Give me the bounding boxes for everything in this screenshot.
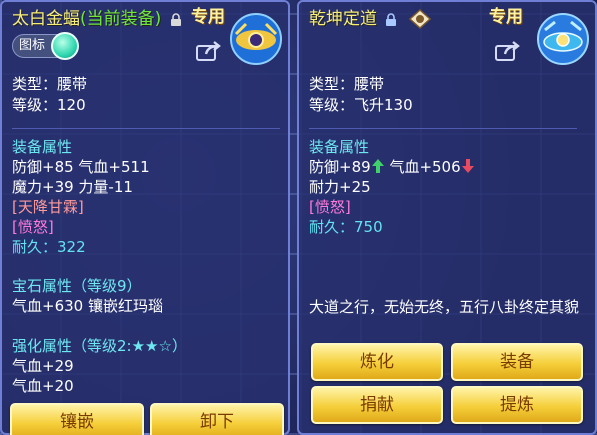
share-icon[interactable] [495,40,521,62]
belt-item-icon[interactable] [228,12,284,66]
inlay-button[interactable]: 镶嵌 [10,403,144,435]
equipment-attributes-heading: 装备属性 [12,138,73,156]
exclusive-label: 专用 [489,7,523,27]
item-level: 等级：120 [12,96,86,114]
item-type: 类型：腰带 [309,75,385,93]
attribute-line-1: 防御+89 气血+506 [309,157,475,177]
hp-value: 气血+506 [389,158,461,176]
special-effect-2: [愤怒] [12,218,54,236]
equipment-attributes-heading: 装备属性 [309,138,370,156]
attribute-line-2: 耐力+25 [309,178,371,196]
share-icon[interactable] [196,40,222,62]
enhancement-line-1: 气血+29 [12,357,74,375]
item-type: 类型：腰带 [12,75,88,93]
divider [12,128,280,129]
lock-icon [386,12,397,26]
item-title: 太白金蝠(当前装备) [12,4,182,29]
special-effect-1: [愤怒] [309,198,351,216]
equipped-tag: (当前装备) [80,9,162,29]
gem-attributes-heading: 宝石属性（等级9） [12,277,142,295]
extract-button[interactable]: 提炼 [451,386,583,424]
item-name: 乾坤定道 [309,9,377,29]
enhancement-line-2: 气血+20 [12,377,74,395]
refine-button[interactable]: 炼化 [311,343,443,381]
item-level: 等级：飞升130 [309,96,413,114]
icon-toggle[interactable]: 图标 [12,32,79,60]
item-name: 太白金蝠 [12,9,80,29]
green-up-arrow-icon [371,159,384,173]
defense-value: 防御+89 [309,158,371,176]
lock-icon [170,12,181,26]
red-down-arrow-icon [461,159,474,173]
enhancement-heading: 强化属性（等级2:★★☆） [12,337,187,355]
equip-button[interactable]: 装备 [451,343,583,381]
attribute-line-2: 魔力+39 力量-11 [12,178,133,196]
compare-item-panel: 乾坤定道 专用 类型：腰带 等级：飞升130 装备属性 防御+89 气血+506… [297,0,597,435]
unequip-button[interactable]: 卸下 [150,403,284,435]
toggle-knob[interactable] [51,32,79,60]
icon-toggle-label: 图标 [19,38,46,53]
donate-button[interactable]: 捐献 [311,386,443,424]
durability: 耐久：750 [309,218,383,236]
item-description: 大道之行，无始无终，五行八卦终定其貌 [309,298,580,316]
gem-line: 气血+630 镶嵌红玛瑙 [12,297,163,315]
attribute-line-1: 防御+85 气血+511 [12,158,150,176]
belt-item-icon[interactable] [535,12,591,66]
durability: 耐久：322 [12,238,86,256]
equipped-item-panel: 太白金蝠(当前装备) 专用 图标 类型：腰带 等级：120 装备属性 防御+85… [0,0,290,435]
exclusive-label: 专用 [191,7,225,27]
eight-trigrams-badge-icon [408,9,431,29]
divider [309,128,577,129]
special-effect-1: [天降甘霖] [12,198,84,216]
item-title: 乾坤定道 [309,4,431,29]
